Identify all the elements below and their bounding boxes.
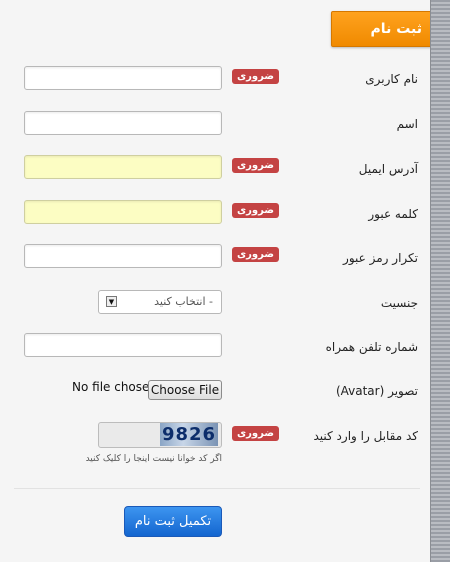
required-badge: ضروری: [232, 69, 280, 84]
page-edge-strip: [430, 0, 450, 562]
file-status-text: No file chosen: [72, 380, 158, 394]
confirm-password-input[interactable]: [24, 244, 222, 268]
gender-selected-value: - انتخاب کنید: [154, 295, 213, 308]
avatar-label: تصویر (Avatar): [335, 384, 418, 398]
name-label: اسم: [396, 117, 418, 131]
registration-panel: ثبت نام ضروری نام کاربری اسم ضروری آدرس …: [0, 0, 437, 562]
name-input[interactable]: [24, 111, 222, 135]
email-label: آدرس ایمیل: [358, 162, 418, 176]
choose-file-button[interactable]: Choose File: [148, 380, 222, 400]
gender-label: جنسیت: [380, 296, 418, 310]
required-badge: ضروری: [232, 426, 280, 441]
form-title-tab: ثبت نام: [331, 11, 437, 47]
password-input[interactable]: [24, 200, 222, 224]
required-badge: ضروری: [232, 247, 280, 262]
mobile-label: شماره تلفن همراه: [325, 340, 418, 354]
confirm-password-label: تکرار رمز عبور: [343, 251, 418, 265]
dropdown-arrow-icon: ▼: [106, 296, 117, 307]
divider: [14, 488, 420, 489]
captcha-label: کد مقابل را وارد کنید: [313, 429, 418, 443]
mobile-input[interactable]: [24, 333, 222, 357]
required-badge: ضروری: [232, 203, 280, 218]
captcha-image[interactable]: 9826: [160, 423, 218, 446]
captcha-refresh-link[interactable]: اگر کد خوانا نیست اینجا را کلیک کنید: [70, 454, 222, 464]
email-input[interactable]: [24, 155, 222, 179]
required-badge: ضروری: [232, 158, 280, 173]
gender-select[interactable]: ▼ - انتخاب کنید: [98, 290, 222, 314]
submit-registration-button[interactable]: تکمیل ثبت نام: [124, 506, 222, 537]
username-input[interactable]: [24, 66, 222, 90]
username-label: نام کاربری: [365, 72, 418, 86]
password-label: کلمه عبور: [368, 207, 418, 221]
